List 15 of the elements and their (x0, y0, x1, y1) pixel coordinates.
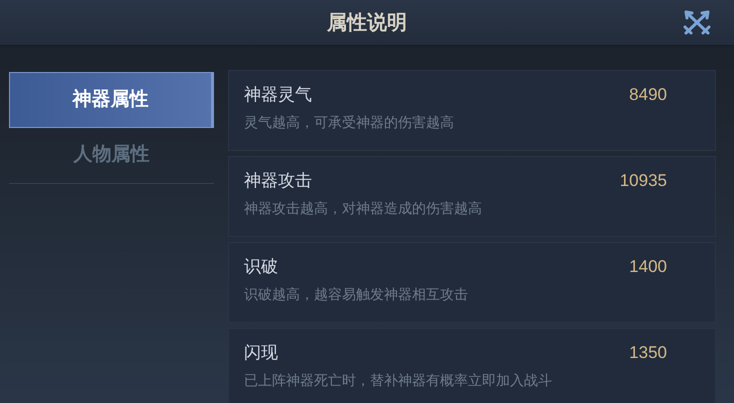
window-title: 属性说明 (327, 10, 407, 36)
attribute-name: 神器攻击 (244, 170, 312, 192)
attribute-description: 识破越高，越容易触发神器相互攻击 (244, 284, 469, 304)
attribute-description: 灵气越高，可承受神器的伤害越高 (244, 112, 455, 132)
close-icon (683, 9, 711, 37)
attribute-value: 8490 (629, 84, 667, 106)
attribute-name: 神器灵气 (244, 84, 312, 106)
attribute-value: 1350 (629, 342, 667, 364)
attribute-name: 闪现 (244, 342, 278, 364)
attribute-description: 神器攻击越高，对神器造成的伤害越高 (244, 198, 483, 218)
attribute-name: 识破 (244, 256, 278, 278)
attribute-value: 1400 (629, 256, 667, 278)
attribute-value: 10935 (620, 170, 667, 192)
sidebar-tab[interactable]: 神器属性 (9, 72, 214, 128)
attribute-description: 已上阵神器死亡时，替补神器有概率立即加入战斗 (244, 370, 553, 390)
